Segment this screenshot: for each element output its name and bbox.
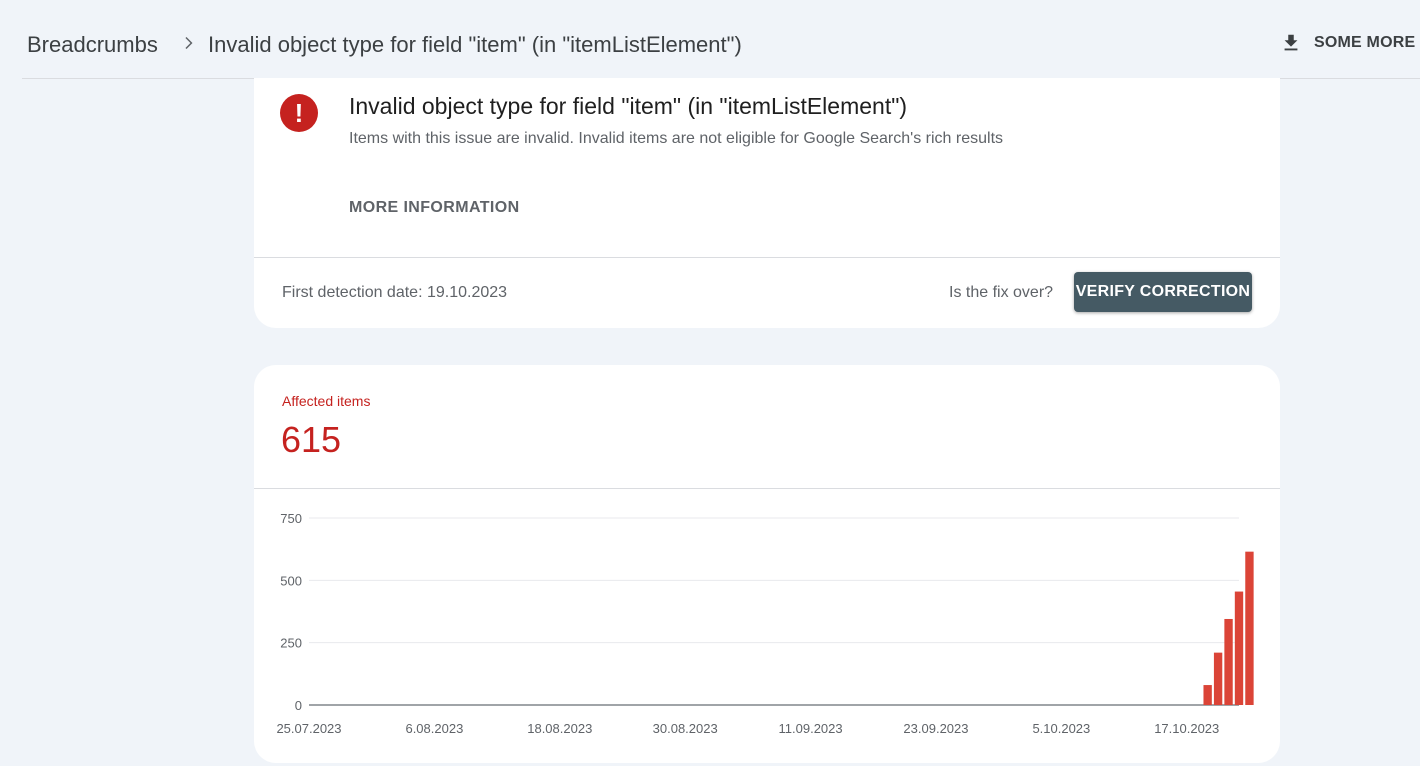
affected-items-count: 615 [281, 419, 342, 460]
divider [254, 257, 1280, 258]
x-tick-label: 17.10.2023 [1154, 721, 1219, 736]
affected-items-label: Affected items [282, 393, 371, 409]
issue-description: Items with this issue are invalid. Inval… [349, 130, 1004, 147]
more-information-link[interactable]: MORE INFORMATION [349, 199, 520, 217]
affected-items-card: Affected items 615 0 250 500 750 25.07.2023 6… [254, 365, 1280, 763]
y-tick-label: 250 [280, 636, 302, 651]
fix-question: Is the fix over? [949, 284, 1054, 301]
x-tick-label: 18.08.2023 [527, 721, 592, 736]
y-tick-label: 750 [280, 511, 302, 526]
x-tick-label: 23.09.2023 [903, 721, 968, 736]
first-detection-date: First detection date: 19.10.2023 [282, 284, 508, 301]
error-icon: ! [280, 94, 318, 132]
x-tick-label: 25.07.2023 [276, 721, 341, 736]
issue-card: ! Invalid object type for field "item" (… [254, 78, 1280, 328]
chart-bar [1234, 591, 1244, 705]
chart-bar [1245, 551, 1254, 705]
chart-bar [1213, 652, 1223, 705]
x-tick-label: 5.10.2023 [1032, 721, 1090, 736]
x-tick-label: 30.08.2023 [653, 721, 718, 736]
chart-bar [1224, 618, 1233, 705]
y-tick-label: 500 [280, 573, 302, 588]
download-icon [1284, 34, 1298, 51]
chevron-right-icon [185, 37, 193, 49]
x-tick-label: 6.08.2023 [405, 721, 463, 736]
y-tick-label: 0 [295, 698, 302, 713]
x-tick-label: 11.09.2023 [779, 721, 843, 736]
chart-bar [1203, 685, 1212, 705]
export-label: SOME MORE [1314, 34, 1416, 51]
breadcrumb-current: Invalid object type for field "item" (in… [208, 32, 742, 57]
top-bar: Breadcrumbs Invalid object type for fiel… [22, 0, 1420, 79]
breadcrumb-root[interactable]: Breadcrumbs [27, 32, 158, 58]
divider [254, 488, 1280, 489]
export-button[interactable]: SOME MORE [1280, 31, 1415, 55]
issue-title: Invalid object type for field "item" (in… [349, 93, 908, 119]
verify-correction-button[interactable]: VERIFY CORRECTION [1074, 272, 1252, 312]
affected-items-chart: 0 250 500 750 25.07.2023 6.08.2023 18.08.2023 3… [276, 511, 1254, 736]
